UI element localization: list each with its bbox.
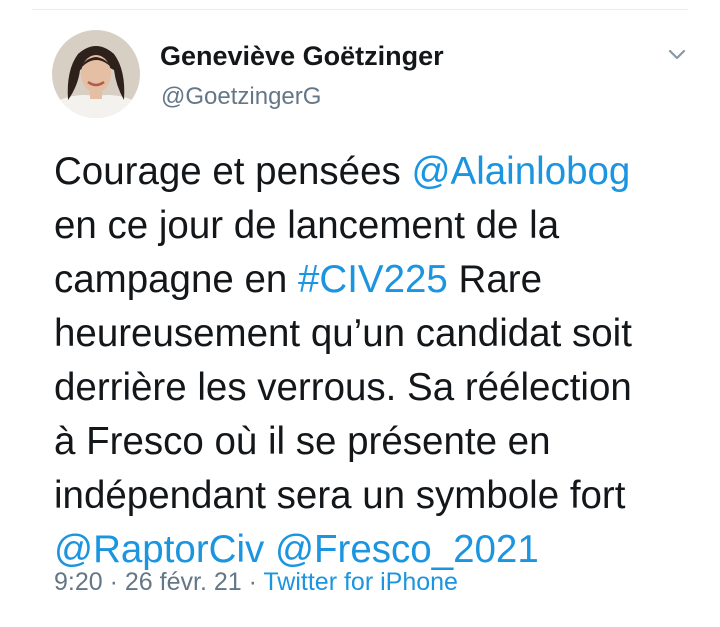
chevron-down-icon[interactable]	[665, 42, 689, 66]
tweet-time[interactable]: 9:20	[54, 568, 103, 596]
tweet-text-segment: Courage et pensées	[54, 150, 412, 193]
mention-link[interactable]: @RaptorCiv	[54, 528, 264, 571]
author-display-name[interactable]: Geneviève Goëtzinger	[160, 41, 444, 72]
mention-link[interactable]: @Fresco_2021	[275, 528, 539, 571]
tweet-text-segment: Rare	[447, 258, 542, 301]
avatar-photo	[52, 30, 140, 118]
avatar[interactable]	[52, 30, 140, 118]
tweet-line: Courage et pensées @Alainlobog	[54, 145, 694, 199]
tweet-text-segment: campagne en	[54, 258, 299, 301]
hashtag-link[interactable]: #CIV225	[298, 258, 448, 301]
tweet-line: à Fresco où il se présente en	[54, 420, 551, 463]
tweet-line: indépendant sera un symbole fort	[54, 474, 626, 517]
tweet-source-link[interactable]: Twitter for iPhone	[263, 568, 458, 596]
tweet-line: derrière les verrous. Sa réélection	[54, 366, 632, 409]
tweet-line: en ce jour de lancement de la	[54, 204, 560, 247]
meta-separator: ·	[241, 568, 264, 596]
tweet-text: Courage et pensées @Alainlobog en ce jou…	[54, 145, 694, 577]
tweet-text-segment	[264, 528, 275, 571]
tweet-date[interactable]: 26 févr. 21	[125, 568, 242, 596]
meta-separator: ·	[102, 568, 125, 596]
top-divider	[32, 9, 688, 10]
mention-link[interactable]: @Alainlobog	[411, 150, 630, 193]
author-handle[interactable]: @GoetzingerG	[161, 83, 321, 111]
tweet-metadata: 9:20 · 26 févr. 21 · Twitter for iPhone	[54, 568, 458, 597]
tweet-line: campagne en #CIV225 Rare	[54, 253, 694, 307]
tweet-line: heureusement qu’un candidat soit	[54, 312, 632, 355]
